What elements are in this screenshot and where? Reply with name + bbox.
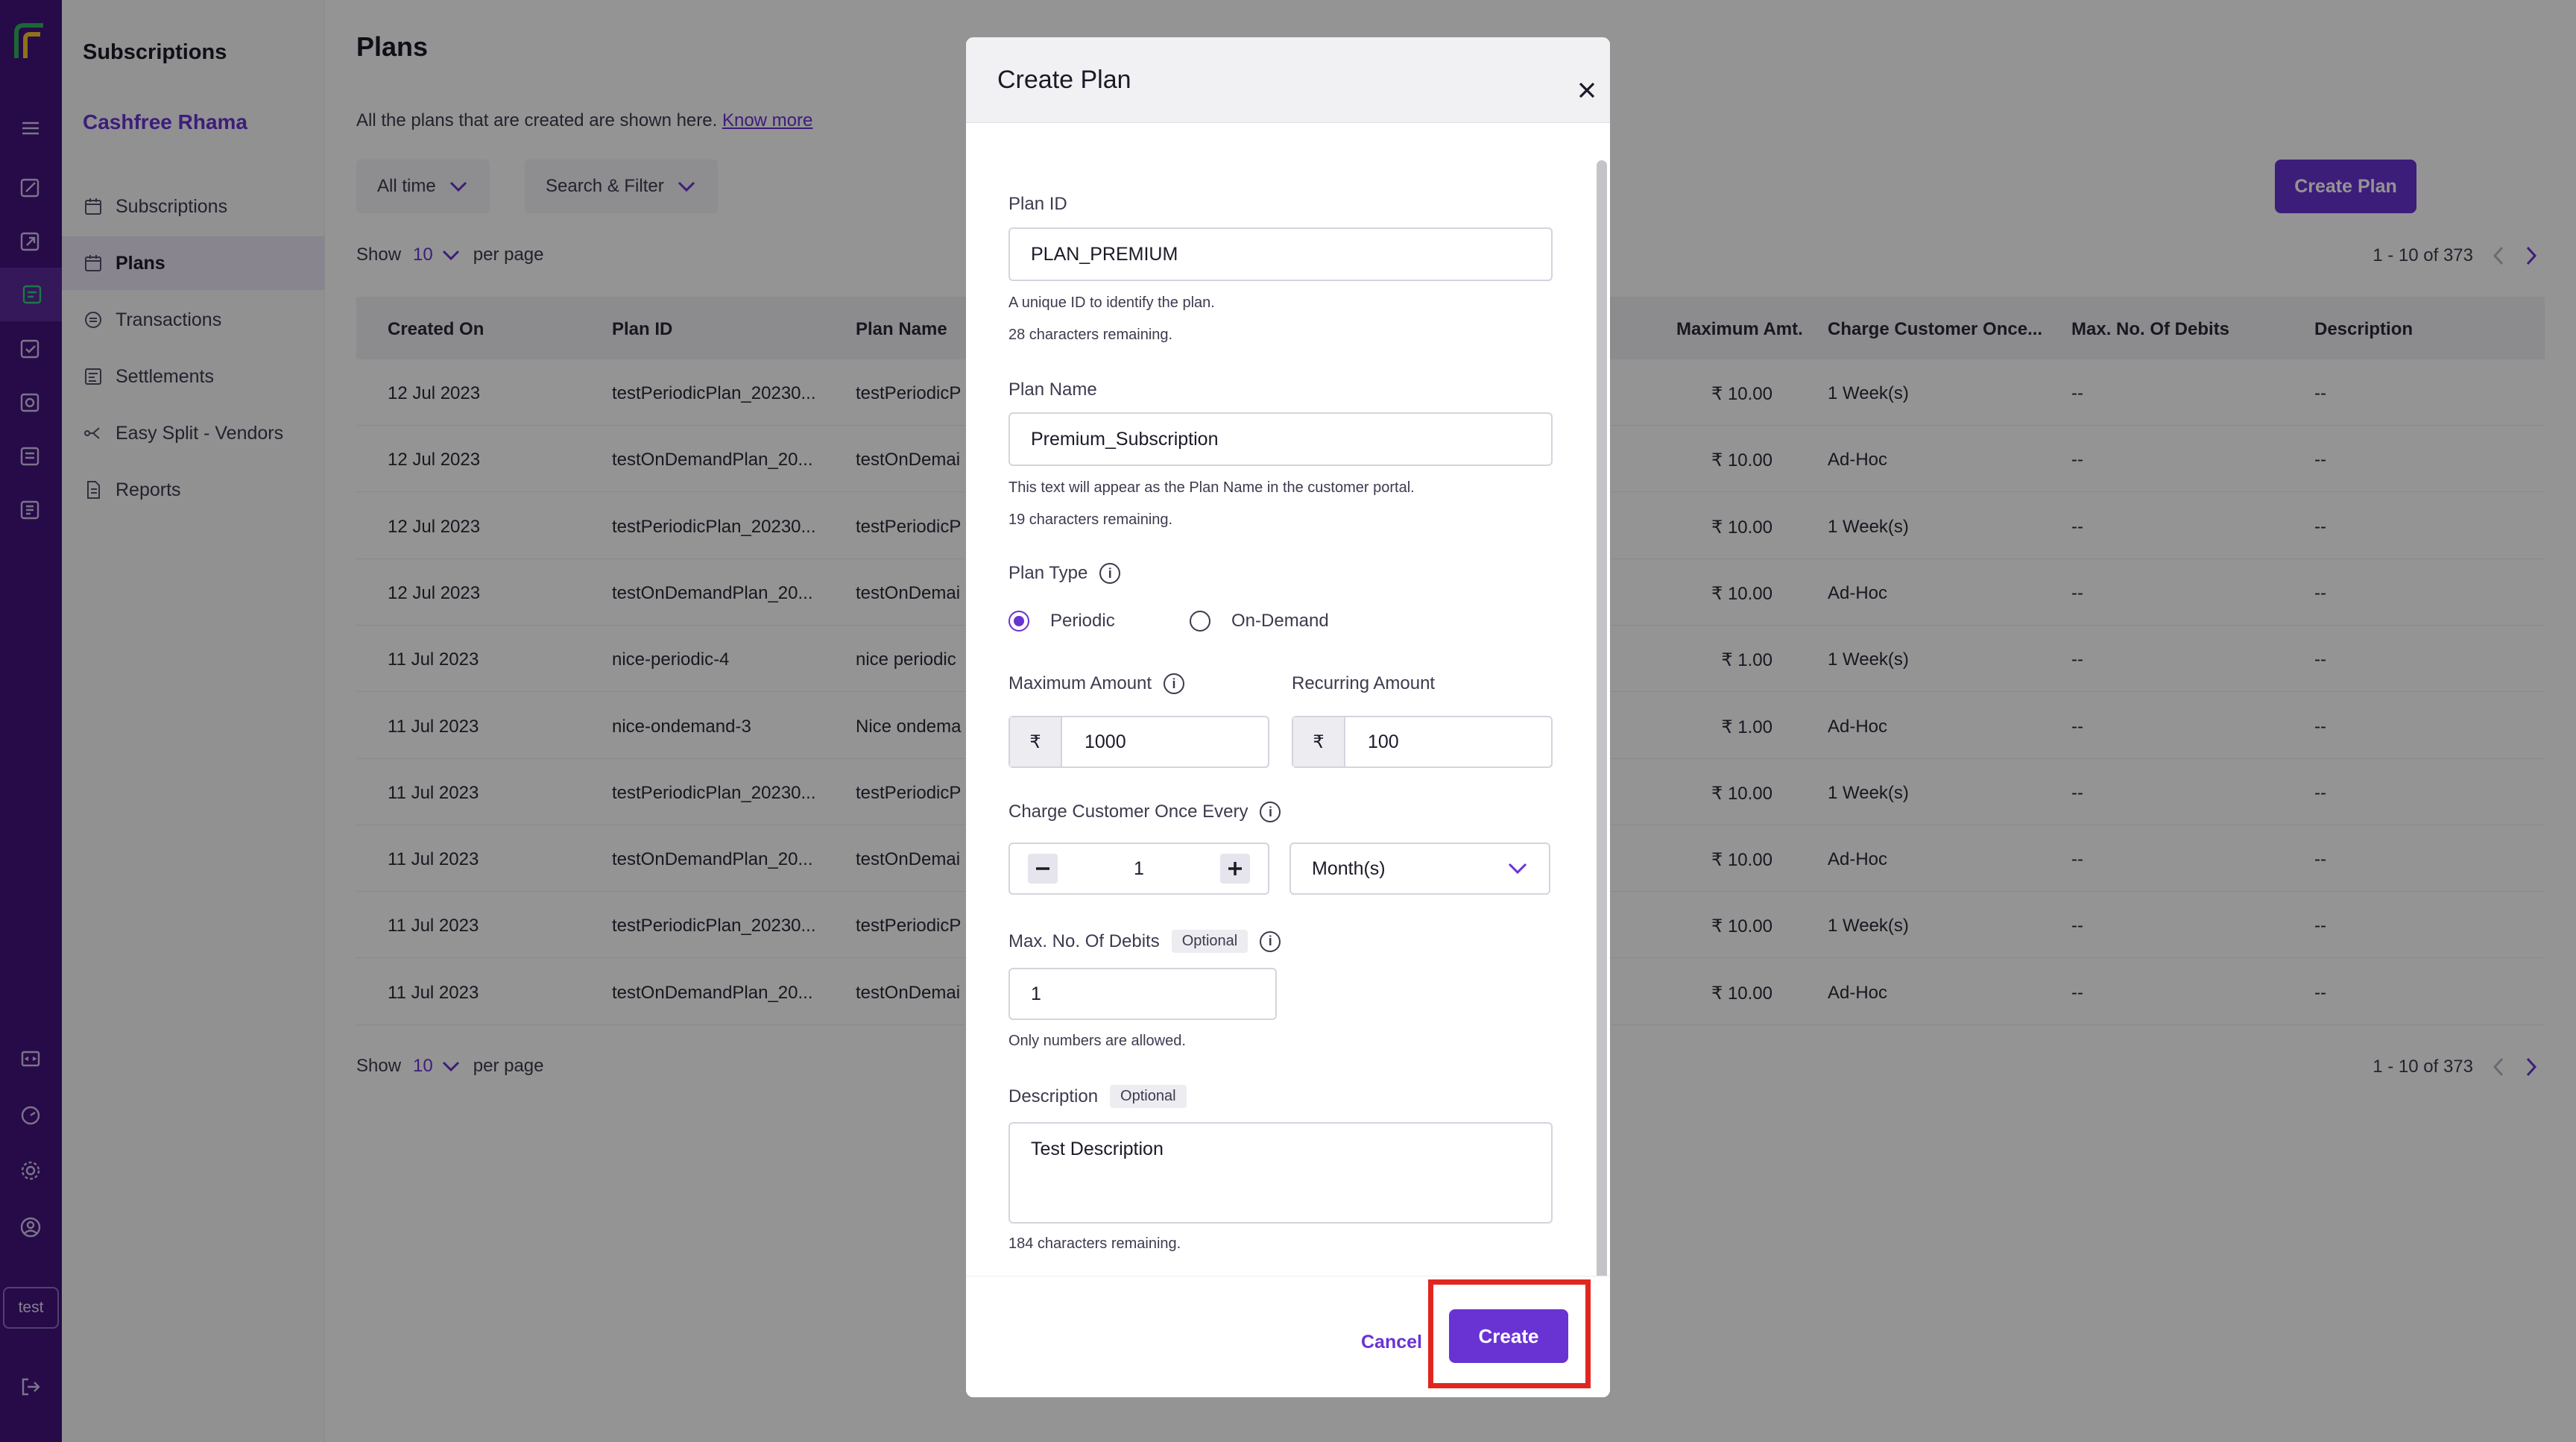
charge-every-unit-value: Month(s) [1312, 857, 1386, 879]
charge-every-label: Charge Customer Once Every i [1008, 802, 1281, 822]
plan-name-label: Plan Name [1008, 380, 1097, 400]
plan-name-input[interactable]: Premium_Subscription [1008, 412, 1553, 466]
radio-label: Periodic [1050, 611, 1115, 631]
create-button-highlight [1428, 1279, 1591, 1388]
plan-id-input[interactable]: PLAN_PREMIUM [1008, 227, 1553, 281]
modal-body: Plan ID PLAN_PREMIUM A unique ID to iden… [966, 123, 1610, 1276]
plan-type-label-text: Plan Type [1008, 563, 1088, 583]
charge-every-value: 1 [1134, 857, 1144, 879]
max-amount-label: Maximum Amount i [1008, 673, 1185, 694]
charge-every-stepper[interactable]: 1 [1008, 843, 1269, 895]
recurring-amount-input[interactable]: ₹100 [1292, 716, 1553, 768]
chevron-down-icon [1508, 863, 1527, 875]
plan-type-periodic-radio[interactable]: Periodic [1008, 611, 1115, 632]
modal-title: Create Plan [997, 66, 1131, 94]
max-amount-input[interactable]: ₹1000 [1008, 716, 1269, 768]
max-debits-help: Only numbers are allowed. [1008, 1033, 1186, 1049]
plus-icon[interactable] [1220, 854, 1250, 884]
modal-header: Create Plan [966, 37, 1610, 123]
minus-icon[interactable] [1028, 854, 1058, 884]
description-label-text: Description [1008, 1086, 1099, 1106]
close-icon[interactable] [1576, 79, 1598, 101]
info-icon[interactable]: i [1260, 802, 1281, 822]
recurring-amount-label: Recurring Amount [1292, 673, 1436, 693]
max-amount-label-text: Maximum Amount [1008, 673, 1152, 693]
optional-tag: Optional [1110, 1085, 1187, 1108]
charge-every-label-text: Charge Customer Once Every [1008, 802, 1248, 822]
plan-id-remaining: 28 characters remaining. [1008, 327, 1173, 343]
description-textarea[interactable]: Test Description [1008, 1122, 1553, 1224]
plan-type-label: Plan Type i [1008, 563, 1121, 584]
plan-id-help: A unique ID to identify the plan. [1008, 295, 1215, 311]
rupee-icon: ₹ [1293, 717, 1345, 766]
info-icon[interactable]: i [1260, 931, 1281, 952]
radio-label: On-Demand [1231, 611, 1329, 631]
recurring-amount-value: 100 [1368, 731, 1399, 752]
modal-scrollbar[interactable] [1597, 160, 1607, 1315]
plan-name-help: This text will appear as the Plan Name i… [1008, 479, 1415, 496]
max-debits-label-text: Max. No. Of Debits [1008, 931, 1160, 951]
charge-every-unit-select[interactable]: Month(s) [1289, 843, 1550, 895]
description-label: Description Optional [1008, 1085, 1187, 1108]
radio-selected-icon [1008, 611, 1029, 632]
plan-name-remaining: 19 characters remaining. [1008, 511, 1173, 528]
rupee-icon: ₹ [1010, 717, 1062, 766]
max-debits-input[interactable]: 1 [1008, 968, 1277, 1020]
plan-type-ondemand-radio[interactable]: On-Demand [1190, 611, 1329, 632]
max-amount-value: 1000 [1085, 731, 1126, 752]
max-debits-label: Max. No. Of Debits Optional i [1008, 930, 1281, 953]
plan-id-label: Plan ID [1008, 194, 1067, 214]
radio-unselected-icon [1190, 611, 1210, 632]
optional-tag: Optional [1171, 930, 1248, 953]
info-icon[interactable]: i [1099, 563, 1121, 584]
create-plan-modal: Create Plan Plan ID PLAN_PREMIUM A uniqu… [966, 37, 1610, 1397]
cancel-button[interactable]: Cancel [1361, 1332, 1422, 1353]
description-remaining: 184 characters remaining. [1008, 1235, 1181, 1252]
info-icon[interactable]: i [1164, 673, 1185, 694]
